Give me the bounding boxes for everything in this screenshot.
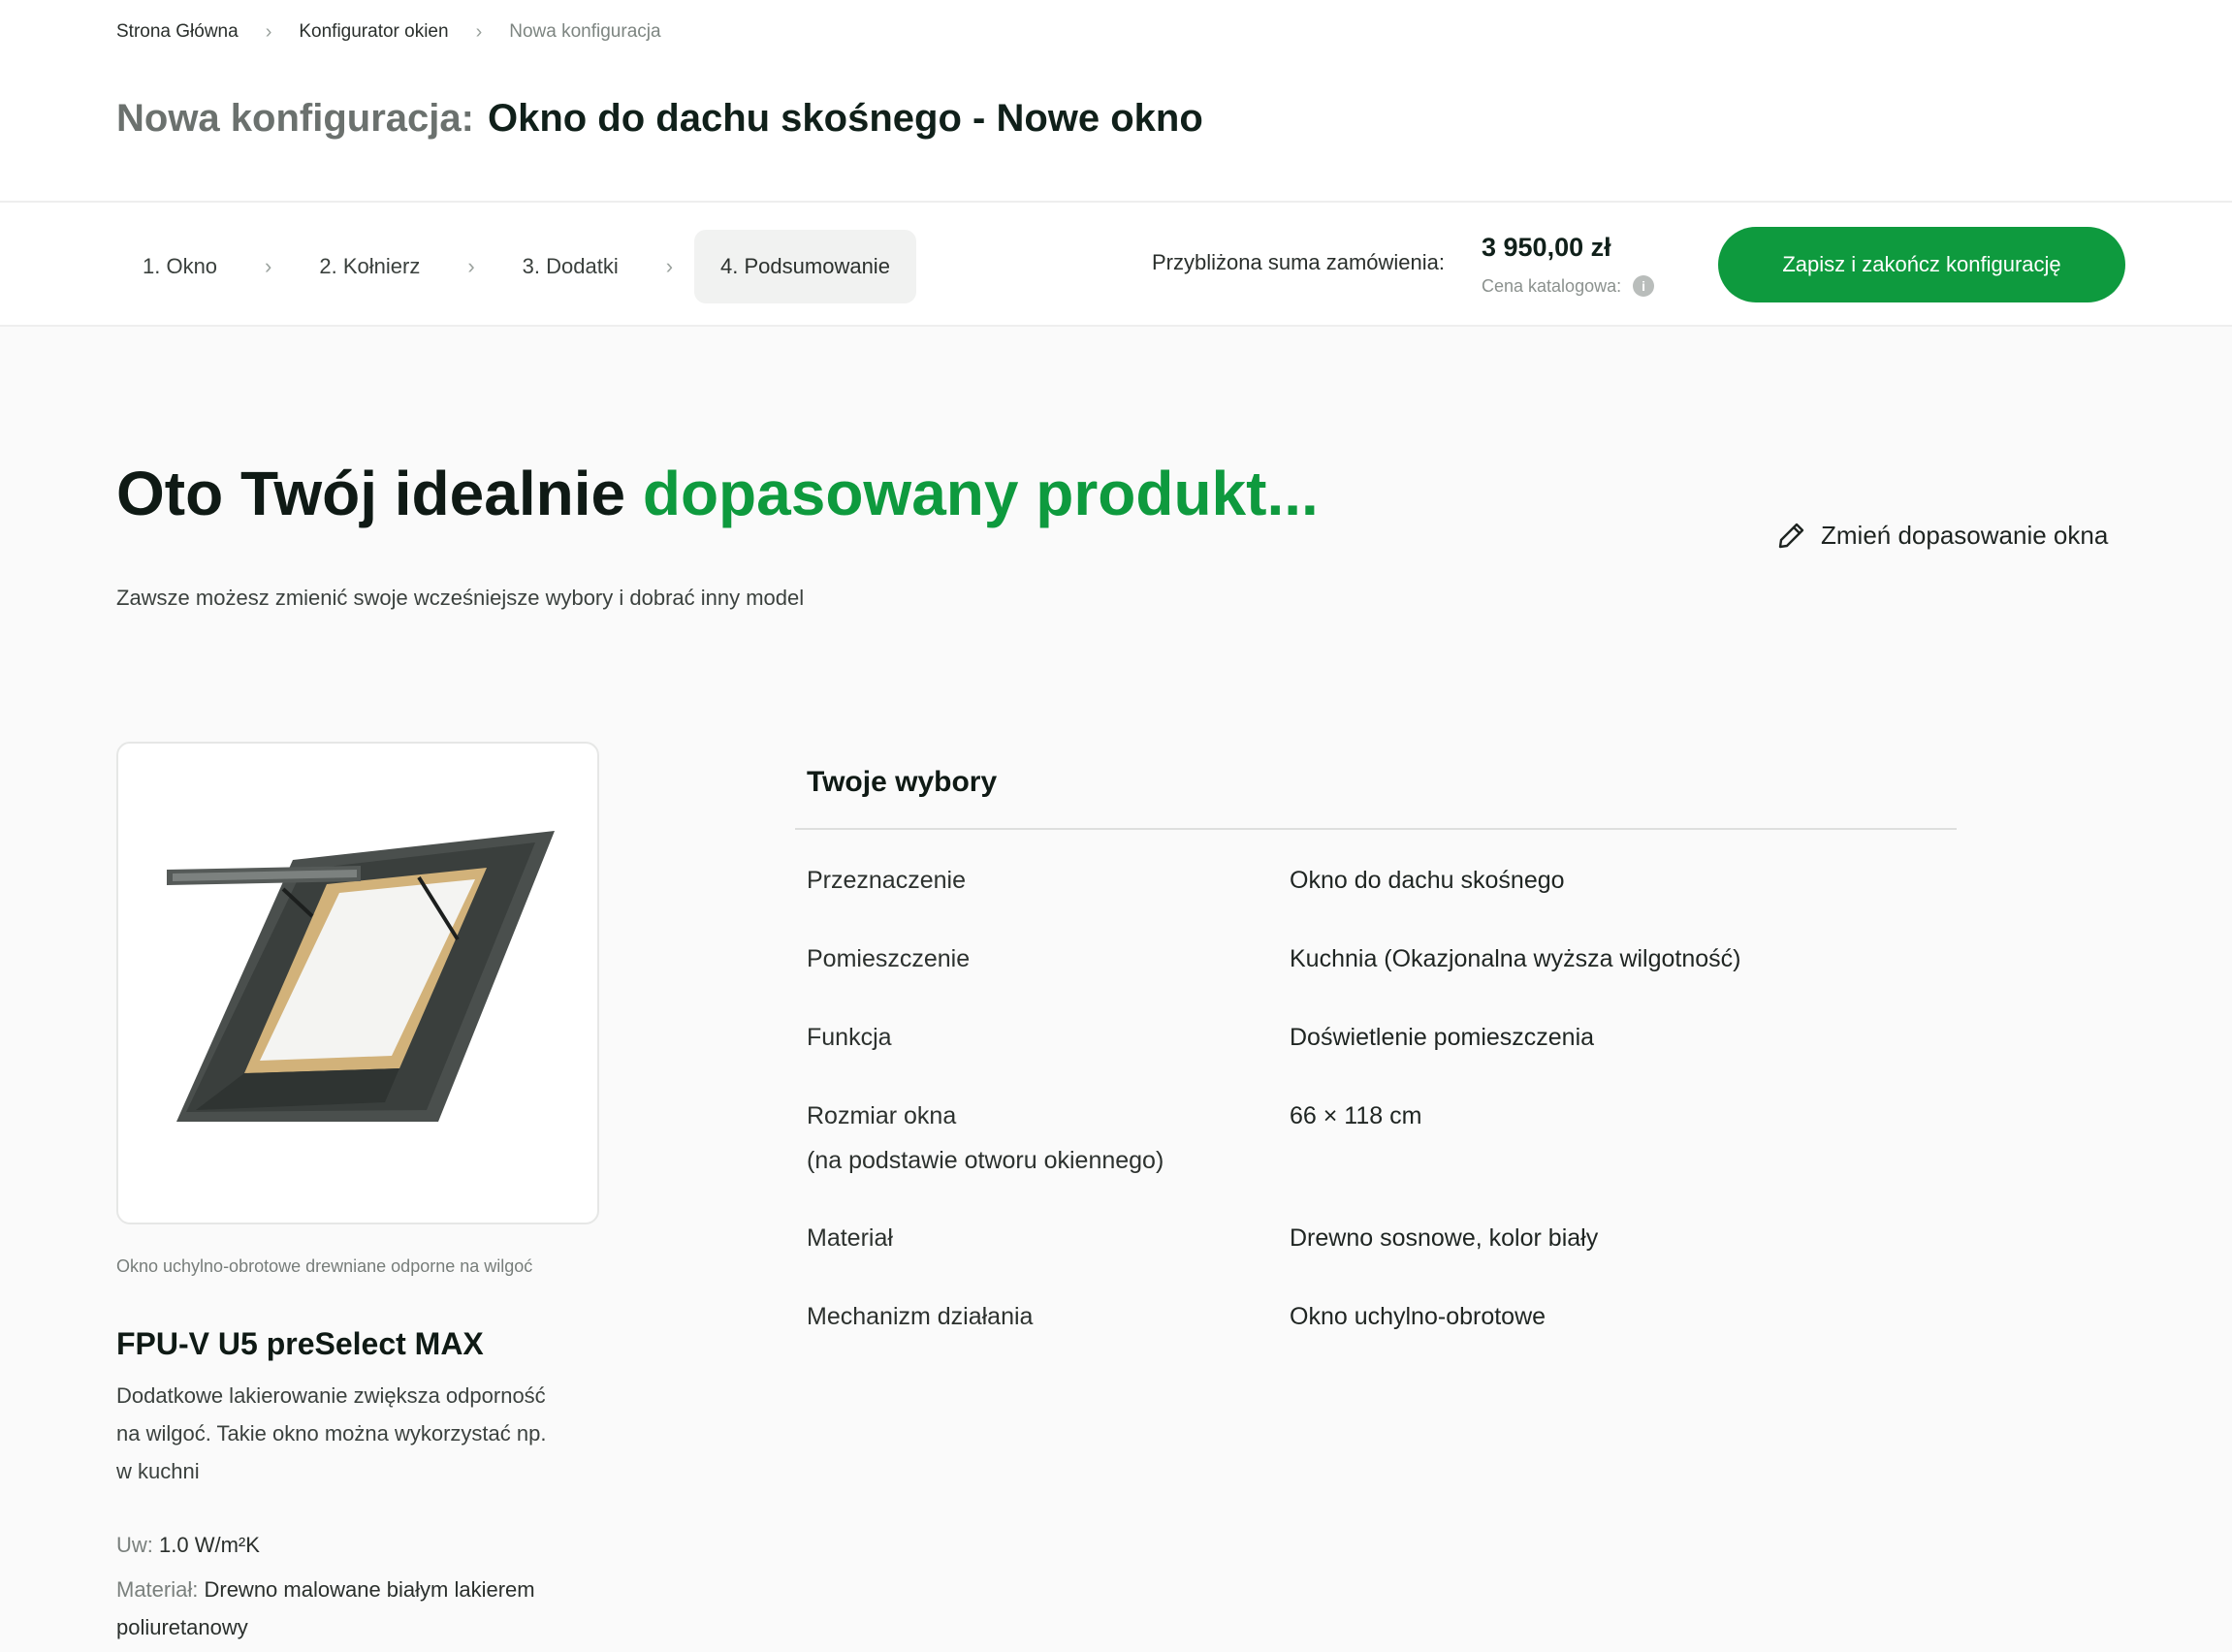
step-kolnierz[interactable]: 2. Kołnierz xyxy=(293,230,446,303)
breadcrumb-home[interactable]: Strona Główna xyxy=(116,21,239,43)
choice-label: Przeznaczenie xyxy=(807,867,966,894)
header: Strona Główna › Konfigurator okien › Now… xyxy=(0,0,2232,201)
hero-title-accent: dopasowany produkt... xyxy=(642,459,1319,528)
order-sum-label: Przybliżona suma zamówienia: xyxy=(1152,250,1446,274)
breadcrumb-configurator[interactable]: Konfigurator okien xyxy=(299,21,448,43)
hero-subtitle: Zawsze możesz zmienić swoje wcześniejsze… xyxy=(116,586,805,610)
choices-divider xyxy=(795,828,1957,830)
pencil-icon xyxy=(1778,523,1804,549)
catalog-price-label: Cena katalogowa: xyxy=(1482,275,1622,296)
save-and-finish-button[interactable]: Zapisz i zakończ konfigurację xyxy=(1718,227,2125,302)
choice-label: Funkcja xyxy=(807,1024,892,1051)
info-icon[interactable]: i xyxy=(1633,275,1655,297)
page-title-name: Okno do dachu skośnego - Nowe okno xyxy=(487,97,1203,140)
choice-value: Okno uchylno-obrotowe xyxy=(1290,1303,1546,1330)
choice-value: Kuchnia (Okazjonalna wyższa wilgotność) xyxy=(1290,945,1741,972)
choice-label: Mechanizm działania xyxy=(807,1303,1034,1330)
breadcrumb-current: Nowa konfiguracja xyxy=(509,21,661,42)
steps: 1. Okno › 2. Kołnierz › 3. Dodatki › 4. … xyxy=(116,230,916,303)
catalog-price: Cena katalogowa: i xyxy=(1482,275,1655,297)
spec-uw-value: 1.0 W/m²K xyxy=(159,1533,260,1557)
chevron-right-icon: › xyxy=(467,254,475,278)
change-fit-label: Zmień dopasowanie okna xyxy=(1821,520,2109,550)
spec-material: Materiał: Drewno malowane białym lakiere… xyxy=(116,1571,562,1646)
choice-value: Doświetlenie pomieszczenia xyxy=(1290,1024,1595,1051)
step-podsumowanie[interactable]: 4. Podsumowanie xyxy=(694,230,916,303)
chevron-right-icon: › xyxy=(265,254,272,278)
chevron-right-icon: › xyxy=(265,20,272,43)
chevron-right-icon: › xyxy=(475,20,483,43)
chevron-right-icon: › xyxy=(665,254,674,278)
change-fit-link[interactable]: Zmień dopasowanie okna xyxy=(1776,520,2108,551)
choice-label: Pomieszczenie xyxy=(807,945,971,972)
step-okno[interactable]: 1. Okno xyxy=(116,230,243,303)
order-sum-value: 3 950,00 zł xyxy=(1482,233,1611,262)
choice-value: 66 × 118 cm xyxy=(1290,1102,1422,1129)
page-title-prefix: Nowa konfiguracja: xyxy=(116,97,474,140)
product-image-card xyxy=(116,742,599,1224)
hero-title-plain: Oto Twój idealnie xyxy=(116,459,626,528)
choices-title: Twoje wybory xyxy=(807,766,998,798)
step-dodatki[interactable]: 3. Dodatki xyxy=(496,230,645,303)
spec-material-key: Materiał: xyxy=(116,1577,199,1602)
page-title: Nowa konfiguracja: Okno do dachu skośnego… xyxy=(116,97,1203,141)
choice-sublabel: (na podstawie otworu okiennego) xyxy=(807,1147,1164,1174)
product-caption: Okno uchylno-obrotowe drewniane odporne … xyxy=(116,1256,533,1276)
product-name: FPU-V U5 preSelect MAX xyxy=(116,1326,484,1361)
choice-value: Okno do dachu skośnego xyxy=(1290,867,1565,894)
roof-window-image xyxy=(167,831,555,1122)
product-description: Dodatkowe lakierowanie zwiększa odpornoś… xyxy=(116,1383,547,1483)
breadcrumb: Strona Główna › Konfigurator okien › Now… xyxy=(116,19,661,45)
choice-label: Materiał xyxy=(807,1224,893,1252)
choice-value: Drewno sosnowe, kolor biały xyxy=(1290,1224,1599,1252)
choice-label: Rozmiar okna xyxy=(807,1102,957,1129)
spec-uw-key: Uw: xyxy=(116,1533,153,1557)
spec-uw: Uw: 1.0 W/m²K xyxy=(116,1526,562,1564)
hero-title: Oto Twój idealnie dopasowany produkt... xyxy=(116,458,1319,529)
